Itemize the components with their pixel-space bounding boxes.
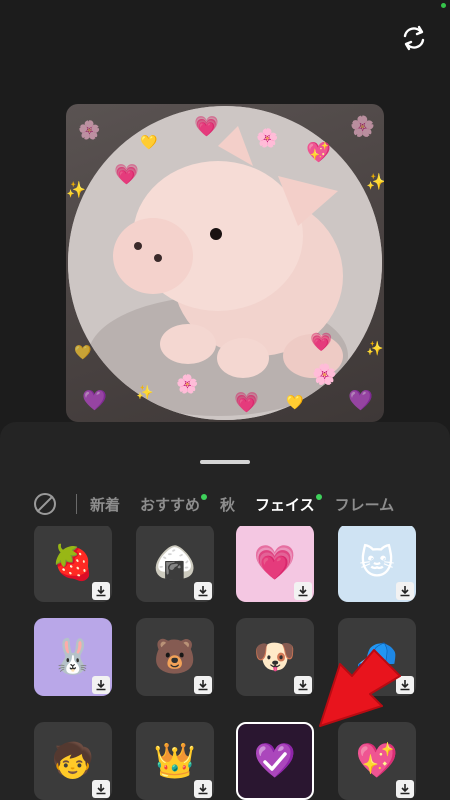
tab-label: 新着 bbox=[90, 495, 121, 514]
sticker-tile-beanie-kid[interactable]: 🧒 bbox=[34, 722, 112, 800]
sticker-flower-deco: 🌸 bbox=[256, 128, 279, 149]
download-icon[interactable] bbox=[396, 582, 414, 600]
sticker-tile-puppy-ears[interactable]: 🐶 bbox=[236, 618, 314, 696]
tab-label: フレーム bbox=[334, 495, 395, 514]
sticker-heart-deco: 💜 bbox=[82, 388, 107, 412]
sticker-grid: 🍓 🍙 💗 🐱 🐰 🐻 🐶 🧢 🧒 👑 💜 💖 bbox=[0, 526, 450, 800]
camera-preview: 💗 🌸 🌸 🌸 💛 💖 💗 ✨ ✨ 💛 💗 🌸 🌸 💗 💜 ✨ 💛 💜 ✨ bbox=[66, 104, 384, 422]
no-filter-icon[interactable] bbox=[34, 493, 56, 515]
sticker-tile-brown-hair-cap[interactable]: 🧢 bbox=[338, 618, 416, 696]
download-icon[interactable] bbox=[92, 582, 110, 600]
sticker-flower-deco: 🌸 bbox=[176, 374, 199, 395]
sheet-drag-handle[interactable] bbox=[200, 460, 250, 464]
tab-label: フェイス bbox=[255, 495, 315, 514]
sticker-tile-onigiri-kid[interactable]: 🍙 bbox=[136, 526, 214, 602]
sticker-sparkle-deco: ✨ bbox=[366, 172, 384, 191]
download-icon[interactable] bbox=[396, 780, 414, 798]
tab-frame[interactable]: フレーム bbox=[335, 494, 395, 515]
new-indicator-dot bbox=[201, 493, 208, 500]
sticker-heart-deco: 💗 bbox=[114, 162, 139, 186]
sticker-flower-deco: 🌸 bbox=[312, 362, 337, 386]
sticker-flower-deco: 🌸 bbox=[78, 120, 101, 141]
sticker-sparkle-deco: ✨ bbox=[136, 385, 154, 401]
sticker-tile-pink-heart-balloon[interactable]: 💖 bbox=[338, 722, 416, 800]
tab-face[interactable]: フェイス bbox=[255, 493, 322, 515]
download-icon[interactable] bbox=[294, 582, 312, 600]
category-tabs: 新着 おすすめ 秋 フェイス フレーム bbox=[0, 488, 450, 520]
sticker-tile-bunny-ears-face[interactable]: 🐰 bbox=[34, 618, 112, 696]
tab-new[interactable]: 新着 bbox=[90, 494, 120, 515]
download-icon[interactable] bbox=[194, 780, 212, 798]
sticker-tile-strawberry-hearts[interactable]: 🍓 bbox=[34, 526, 112, 602]
sticker-heart-deco: 💜 bbox=[348, 388, 373, 412]
sticker-tile-cat-ears-face[interactable]: 🐱 bbox=[338, 526, 416, 602]
sticker-picker-sheet: 新着 おすすめ 秋 フェイス フレーム 🍓 🍙 💗 🐱 🐰 🐻 🐶 🧢 🧒 👑 💜 💖 bbox=[0, 422, 450, 800]
new-indicator-dot bbox=[315, 493, 322, 500]
status-indicator-dot bbox=[441, 3, 446, 8]
sticker-heart-deco: 💗 bbox=[194, 114, 219, 138]
camera-area: 💗 🌸 🌸 🌸 💛 💖 💗 ✨ ✨ 💛 💗 🌸 🌸 💗 💜 ✨ 💛 💜 ✨ bbox=[0, 0, 450, 440]
download-icon[interactable] bbox=[194, 582, 212, 600]
sticker-heart-deco: 💗 bbox=[310, 332, 333, 353]
tab-recommended[interactable]: おすすめ bbox=[140, 493, 208, 515]
sticker-heart-deco: 💛 bbox=[74, 345, 92, 361]
sticker-tile-gold-crown[interactable]: 👑 bbox=[136, 722, 214, 800]
sticker-tile-heart-eye-face[interactable]: 💗 bbox=[236, 526, 314, 602]
camera-flip-button[interactable] bbox=[396, 20, 432, 56]
download-icon[interactable] bbox=[294, 676, 312, 694]
download-icon[interactable] bbox=[396, 676, 414, 694]
sticker-sparkle-deco: ✨ bbox=[66, 180, 86, 199]
tab-autumn[interactable]: 秋 bbox=[220, 494, 235, 515]
selected-check-icon bbox=[238, 724, 312, 798]
tab-label: おすすめ bbox=[140, 495, 201, 514]
sticker-heart-deco: 💖 bbox=[306, 140, 331, 164]
sticker-heart-deco: 💛 bbox=[286, 395, 304, 411]
tab-label: 秋 bbox=[220, 495, 236, 514]
download-icon[interactable] bbox=[92, 676, 110, 694]
camera-flip-icon bbox=[403, 25, 425, 51]
tabs-divider bbox=[76, 494, 77, 514]
sticker-flower-deco: 🌸 bbox=[350, 114, 375, 138]
sticker-heart-deco: 💛 bbox=[140, 135, 158, 151]
sticker-sparkle-deco: ✨ bbox=[366, 341, 384, 357]
sticker-tile-purple-hearts[interactable]: 💜 bbox=[236, 722, 314, 800]
download-icon[interactable] bbox=[194, 676, 212, 694]
sticker-heart-deco: 💗 bbox=[234, 390, 259, 414]
download-icon[interactable] bbox=[92, 780, 110, 798]
sticker-tile-bear-friends[interactable]: 🐻 bbox=[136, 618, 214, 696]
